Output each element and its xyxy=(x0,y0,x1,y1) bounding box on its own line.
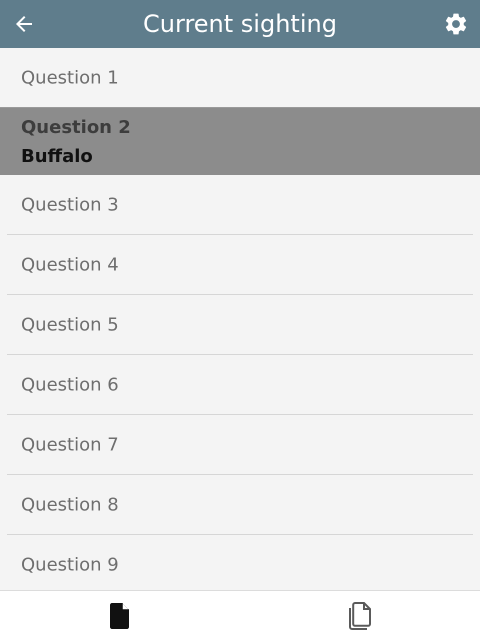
question-label: Question 1 xyxy=(21,67,119,88)
question-label: Question 4 xyxy=(21,254,119,276)
bottom-navigation xyxy=(0,590,480,640)
back-button[interactable] xyxy=(8,8,40,40)
arrow-left-icon xyxy=(16,16,32,32)
settings-button[interactable] xyxy=(440,8,472,40)
app-screen: Current sighting Question 1 Question 2 B… xyxy=(0,0,480,640)
tab-copies[interactable] xyxy=(240,591,480,640)
question-label: Question 2 xyxy=(21,117,131,138)
question-list: Question 1 Question 2 Buffalo Question 3… xyxy=(0,48,480,591)
question-item-7[interactable]: Question 7 xyxy=(0,415,480,475)
copy-icon xyxy=(349,601,371,630)
page-title: Current sighting xyxy=(143,10,337,38)
question-item-2[interactable]: Question 2 Buffalo xyxy=(0,107,480,175)
question-answer: Buffalo xyxy=(21,146,93,167)
tab-current-document[interactable] xyxy=(0,591,240,640)
document-icon xyxy=(110,602,129,629)
question-label: Question 9 xyxy=(21,554,119,576)
question-item-9[interactable]: Question 9 xyxy=(0,535,480,591)
question-item-6[interactable]: Question 6 xyxy=(0,355,480,415)
top-app-bar: Current sighting xyxy=(0,0,480,48)
question-item-5[interactable]: Question 5 xyxy=(0,295,480,355)
question-label: Question 5 xyxy=(21,314,119,336)
question-label: Question 7 xyxy=(21,434,119,456)
question-label: Question 3 xyxy=(21,194,119,216)
question-item-1[interactable]: Question 1 xyxy=(0,48,480,107)
gear-icon xyxy=(445,13,467,35)
question-item-3[interactable]: Question 3 xyxy=(0,175,480,235)
question-item-8[interactable]: Question 8 xyxy=(0,475,480,535)
question-item-4[interactable]: Question 4 xyxy=(0,235,480,295)
question-label: Question 8 xyxy=(21,494,119,516)
question-label: Question 6 xyxy=(21,374,119,396)
